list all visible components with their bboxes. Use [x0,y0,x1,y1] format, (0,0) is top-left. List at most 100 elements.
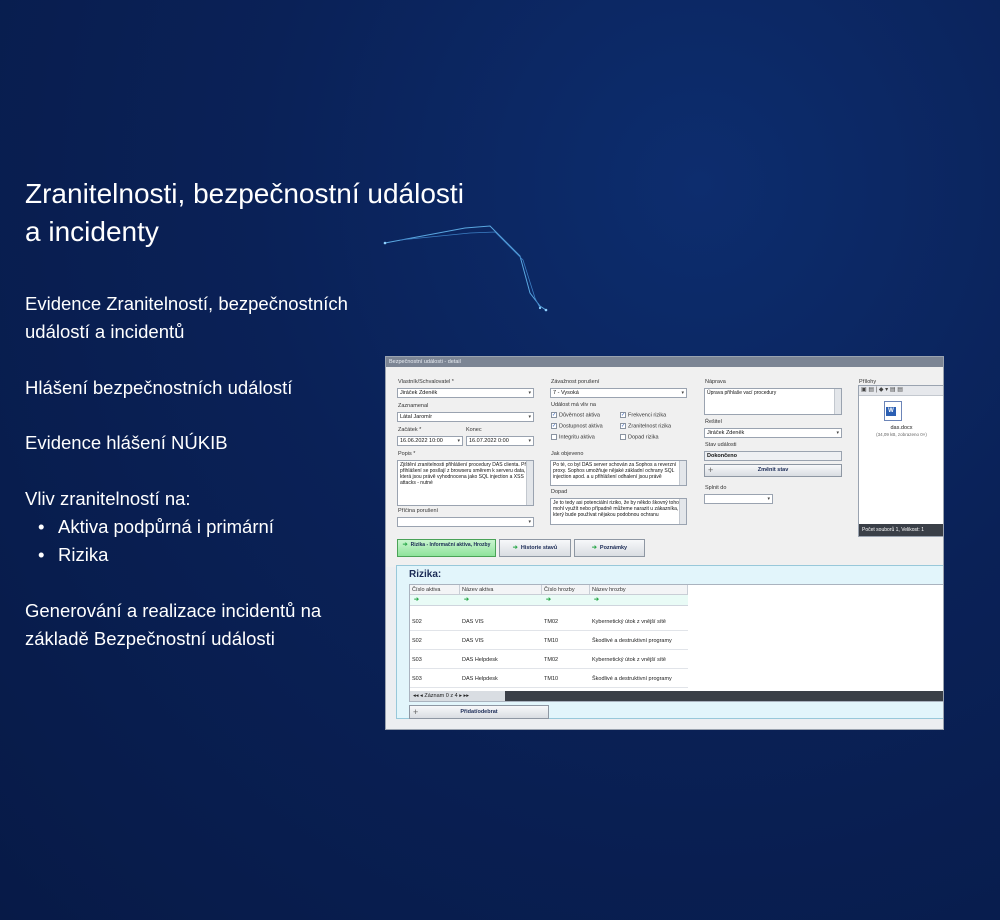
checkbox-box[interactable]: ✓ [551,412,557,418]
discovered-scrollbar[interactable] [679,461,686,485]
table-cell: TM10 [544,637,559,644]
bullet-item: Aktiva podpůrná i primární [38,513,274,541]
add-remove-button[interactable]: + Přidat/odebrat [409,705,549,719]
impact-scrollbar[interactable] [679,499,686,524]
plus-icon: + [413,707,419,717]
recorder-select[interactable]: Látal Jaromír ▾ [397,412,534,422]
chevron-down-icon: ▾ [836,430,839,436]
slide-heading: Zranitelnosti, bezpečnostní události a i… [25,175,464,251]
bullet-item: Rizika [38,541,274,569]
remedy-value: Úprava přihlaše vací procedury [707,390,777,396]
checkbox-box[interactable]: ✓ [620,412,626,418]
pager-nav-icons-next[interactable]: ▸ ▸▸ [458,693,469,699]
checkbox-box[interactable] [551,434,557,440]
chevron-down-icon: ▾ [528,390,531,396]
paragraph-generation: Generování a realizace incidentů na zákl… [25,597,321,653]
solver-label: Řešitel [705,419,722,425]
solver-select[interactable]: Jiráček Zdeněk ▾ [704,428,842,438]
change-state-button[interactable]: + Změnit stav [704,464,842,477]
paragraph-nukib: Evidence hlášení NÚKIB [25,432,228,453]
recorder-value: Látal Jaromír [400,414,433,420]
state-label: Stav události [705,442,737,448]
checkbox-availability[interactable]: ✓ Dostupnost aktiva [551,423,603,429]
word-w-icon: W [886,407,896,416]
tab-risks-label: Rizika - Informační aktiva, Hrozby [410,542,491,548]
filter-icon[interactable]: ➔ [546,595,551,606]
grid-filter-row: ➔ ➔ ➔ ➔ [410,595,688,606]
cause-select[interactable]: ▾ [397,517,534,527]
risks-grid: Číslo aktiva Název aktiva Číslo hrozby N… [409,584,943,702]
paragraph-generation-line1: Generování a realizace incidentů na [25,600,322,621]
tab-notes[interactable]: ➔ Poznámky [574,539,645,557]
checkbox-label: Zranitelnost rizika [628,423,672,430]
checkbox-box[interactable]: ✓ [620,423,626,429]
attachments-toolbar[interactable]: ▣ ▤ | ◆ ▾ ▤ ▤ [859,386,943,396]
filter-icon[interactable]: ➔ [414,595,419,606]
checkbox-box[interactable] [620,434,626,440]
fulfill-date-field[interactable]: ▾ [704,494,773,504]
remedy-textarea[interactable]: Úprava přihlaše vací procedury [704,388,842,415]
risks-panel: Rizika: Číslo aktiva Název aktiva Číslo … [396,565,943,719]
table-row[interactable]: S02 DAS VIS TM02 Kybernetický útok z vně… [410,612,688,631]
risks-title: Rizika: [409,569,442,580]
owner-value: Jiráček Zdeněk [400,390,438,396]
description-value: Zjištění zranitelnosti přihlášení proced… [400,462,528,486]
attachment-file-size: (34,09 kB, zobrazeno 0×) [876,432,927,437]
checkbox-vulnerability[interactable]: ✓ Zranitelnost rizika [620,423,671,429]
slide-heading-line1: Zranitelnosti, bezpečnostní události [25,178,464,209]
table-cell: S03 [412,656,422,663]
impact-textarea[interactable]: Je to tedy asi potenciální riziko, že by… [550,498,687,525]
discovered-textarea[interactable]: Po té, co byl DAS server schován za Soph… [550,460,687,486]
pager-text: Záznam 0 z 4 [424,693,458,699]
table-row[interactable]: S03 DAS Helpdesk TM02 Kybernetický útok … [410,650,688,669]
impact-scope-label: Událost má vliv na [551,402,596,408]
checkbox-integrity[interactable]: Integritu aktiva [551,434,595,440]
end-value: 16.07.2022 0:00 [469,438,509,444]
tab-risks[interactable]: ➔ Rizika - Informační aktiva, Hrozby [397,539,496,557]
table-row[interactable]: S02 DAS VIS TM10 Škodlivé a destruktivní… [410,631,688,650]
fulfill-label: Splnit do [705,485,727,491]
slide-heading-line2: a incidenty [25,216,159,247]
table-row[interactable]: S03 DAS Helpdesk TM10 Škodlivé a destruk… [410,669,688,688]
pager-controls[interactable]: ◂◂ ◂ Záznam 0 z 4 ▸ ▸▸ [410,691,505,701]
tab-history[interactable]: ➔ Historie stavů [499,539,571,557]
start-date-field[interactable]: 16.06.2022 10:00 ▾ [397,436,463,446]
tab-notes-label: Poznámky [599,545,628,551]
impact-value: Je to tedy asi potenciální riziko, že by… [553,500,679,518]
severity-select[interactable]: 7 - Vysoká ▾ [550,388,687,398]
severity-value: 7 - Vysoká [553,390,579,396]
column-header[interactable]: Název hrozby [590,585,688,595]
end-date-field[interactable]: 16.07.2022 0:00 ▾ [466,436,534,446]
column-header[interactable]: Číslo hrozby [542,585,590,595]
pager-nav-icons[interactable]: ◂◂ ◂ [413,693,424,699]
checkbox-box[interactable]: ✓ [551,423,557,429]
checkbox-confidentiality[interactable]: ✓ Důvěrnost aktiva [551,412,600,418]
checkbox-frequency[interactable]: ✓ Frekvenci rizika [620,412,666,418]
checkbox-risk-impact[interactable]: Dopad rizika [620,434,659,440]
arrow-right-icon: ➔ [402,542,408,548]
word-document-icon[interactable]: W [884,401,902,421]
attachment-file-name[interactable]: das.docx [859,425,943,431]
table-cell: TM10 [544,675,559,682]
chevron-down-icon: ▾ [528,519,531,525]
table-cell: DAS Helpdesk [462,675,498,682]
table-cell: TM02 [544,656,559,663]
checkbox-label: Frekvenci rizika [628,412,667,419]
filter-icon[interactable]: ➔ [594,595,599,606]
impact-bullet-list: Aktiva podpůrná i primární Rizika [38,513,274,569]
description-textarea[interactable]: Zjištění zranitelnosti přihlášení proced… [397,460,534,506]
filter-icon[interactable]: ➔ [464,595,469,606]
owner-select[interactable]: Jiráček Zdeněk ▾ [397,388,534,398]
security-event-window: Bezpečnostní události - detail Vlastník/… [385,356,944,730]
change-state-label: Změnit stav [757,467,789,473]
event-detail-form: Vlastník/Schvalovatel * Jiráček Zdeněk ▾ … [386,367,943,567]
paragraph-impact: Vliv zranitelností na: [25,488,191,509]
table-cell: TM02 [544,618,559,625]
remedy-scrollbar[interactable] [834,389,841,414]
column-header[interactable]: Název aktiva [460,585,542,595]
paragraph-evidence-line2: událostí a incidentů [25,321,185,342]
column-header[interactable]: Číslo aktiva [410,585,460,595]
description-scrollbar[interactable] [526,461,533,505]
state-value: Dokončeno [704,451,842,461]
checkbox-label: Důvěrnost aktiva [559,412,600,419]
